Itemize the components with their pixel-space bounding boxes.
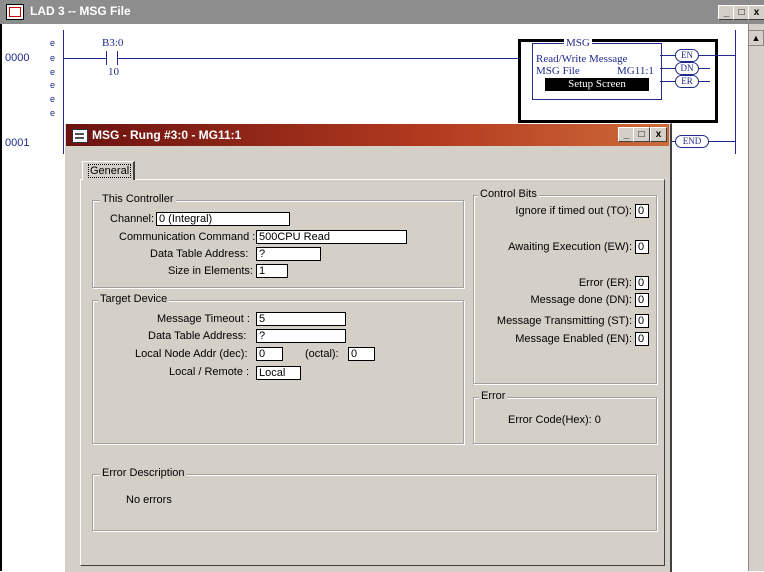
target-data-table-address-label: Data Table Address: [148, 330, 247, 342]
rung-marker: e [50, 80, 56, 90]
vertical-scrollbar[interactable] [748, 24, 764, 571]
target-device-title: Target Device [98, 293, 170, 305]
control-bits-group [473, 195, 657, 384]
message-timeout-field[interactable]: 5 [256, 312, 346, 326]
scroll-up-icon[interactable]: ▲ [748, 30, 764, 46]
rung-number-0001[interactable]: 0001 [5, 137, 29, 149]
rung-0-wire [64, 58, 518, 59]
error-title: Error [479, 390, 508, 402]
setup-screen-button[interactable]: Setup Screen [545, 78, 649, 91]
tab-general[interactable]: General [82, 161, 135, 180]
error-code: Error Code(Hex): 0 [508, 414, 601, 426]
bit-value-ew[interactable]: 0 [635, 240, 649, 254]
rung-marker: e [50, 67, 56, 77]
target-data-table-address-field[interactable]: ? [256, 329, 346, 343]
bit-label-er: Error (ER): [578, 277, 632, 289]
local-remote-label: Local / Remote : [169, 366, 250, 378]
bit-label-dn: Message done (DN): [530, 294, 633, 306]
dn-coil: DN [675, 62, 699, 75]
octal-label: (octal): [305, 348, 339, 360]
lad-app-icon [6, 4, 24, 20]
local-node-addr-label: Local Node Addr (dec): [135, 348, 248, 360]
control-bits-title: Control Bits [478, 188, 539, 200]
contact-bit: 10 [108, 66, 119, 78]
msg-block-title: MSG [564, 37, 592, 49]
data-table-address-label: Data Table Address: [150, 248, 249, 260]
this-controller-title: This Controller [100, 193, 176, 205]
size-in-elements-field[interactable]: 1 [256, 264, 288, 278]
msg-dialog-title: MSG - Rung #3:0 - MG11:1 [92, 128, 242, 142]
bit-value-st[interactable]: 0 [635, 314, 649, 328]
msg-file-value: MG11:1 [617, 65, 654, 77]
local-remote-field[interactable]: Local [256, 366, 301, 380]
end-marker: END [675, 135, 709, 148]
msg-file-label: MSG File [536, 65, 580, 77]
bit-label-st: Message Transmitting (ST): [496, 315, 632, 327]
bit-value-dn[interactable]: 0 [635, 293, 649, 307]
error-description-text: No errors [126, 494, 172, 506]
close-icon[interactable]: x [748, 5, 764, 20]
rung-marker: e [50, 94, 56, 104]
bit-label-to: Ignore if timed out (TO): [515, 205, 632, 217]
error-description-title: Error Description [100, 467, 187, 479]
bit-value-to[interactable]: 0 [635, 204, 649, 218]
close-icon[interactable]: x [650, 127, 667, 142]
data-table-address-field[interactable]: ? [256, 247, 321, 261]
size-in-elements-label: Size in Elements: [168, 265, 253, 277]
examine-on-contact[interactable] [106, 51, 118, 65]
tab-general-label: General [88, 164, 132, 178]
maximize-icon[interactable]: □ [633, 127, 650, 142]
rung-marker: e [50, 108, 56, 118]
bit-label-en: Message Enabled (EN): [515, 333, 632, 345]
communication-command-label: Communication Command : [119, 231, 256, 243]
rung-marker: e [50, 38, 56, 48]
error-description-group [92, 474, 657, 531]
er-coil: ER [675, 75, 699, 88]
local-node-addr-field[interactable]: 0 [256, 347, 283, 361]
en-coil: EN [675, 49, 699, 62]
rung-number-0000[interactable]: 0000 [5, 52, 29, 64]
rung-marker: e [50, 53, 56, 63]
communication-command-field[interactable]: 500CPU Read [256, 230, 407, 244]
right-power-rail [735, 30, 736, 154]
octal-field[interactable]: 0 [348, 347, 375, 361]
contact-address[interactable]: B3:0 [102, 37, 123, 49]
bit-label-ew: Awaiting Execution (EW): [508, 241, 632, 253]
message-timeout-label: Message Timeout : [157, 313, 250, 325]
channel-field[interactable]: 0 (Integral) [156, 212, 290, 226]
bit-value-er[interactable]: 0 [635, 276, 649, 290]
msg-block-desc: Read/Write Message [536, 53, 628, 65]
lad-window-title: LAD 3 -- MSG File [30, 4, 131, 18]
bit-value-en[interactable]: 0 [635, 332, 649, 346]
channel-label: Channel: [110, 213, 155, 225]
msg-dialog-icon [72, 129, 88, 143]
